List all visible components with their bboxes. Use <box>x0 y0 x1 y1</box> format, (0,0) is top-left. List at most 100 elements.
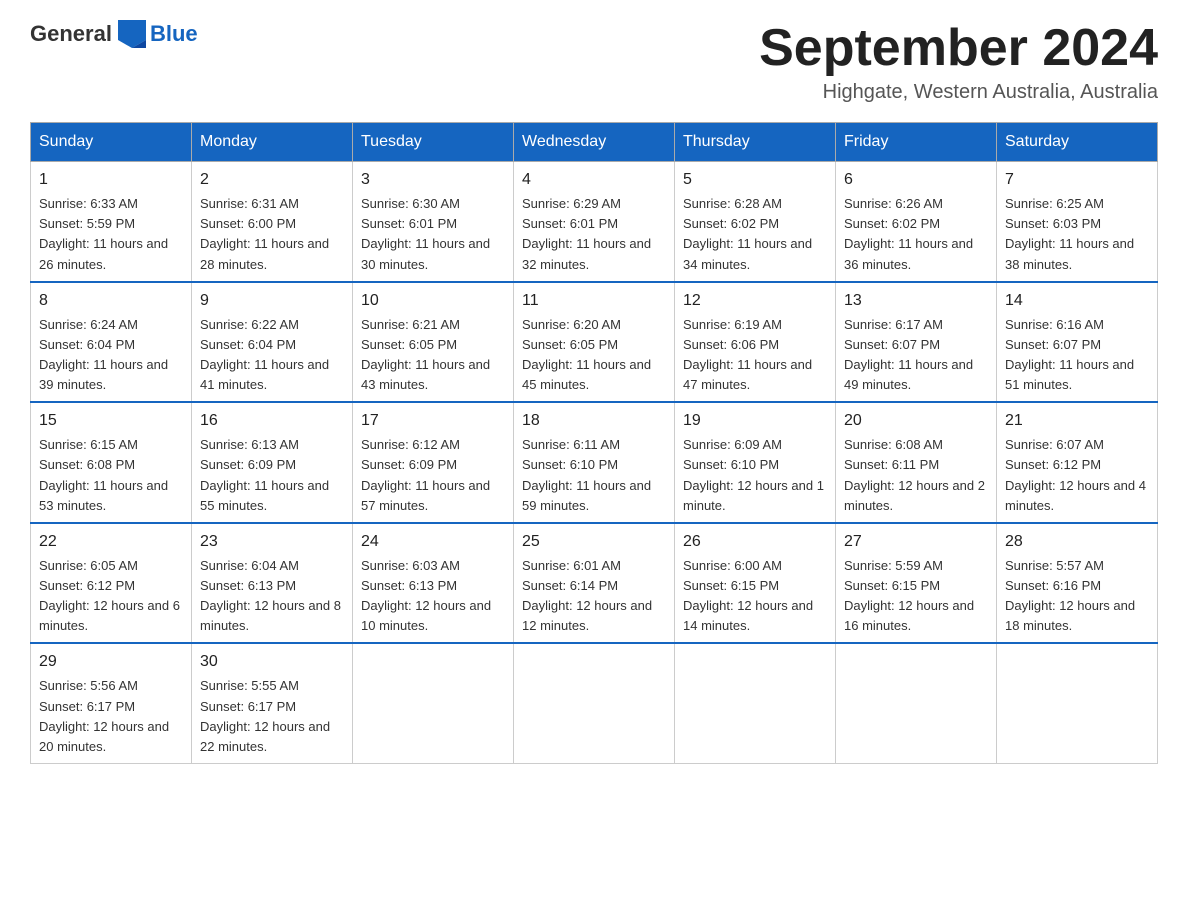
day-info: Sunrise: 6:25 AMSunset: 6:03 PMDaylight:… <box>1005 194 1149 275</box>
calendar-day-cell: 18Sunrise: 6:11 AMSunset: 6:10 PMDayligh… <box>514 402 675 523</box>
day-number: 24 <box>361 530 505 554</box>
calendar-header-wednesday: Wednesday <box>514 123 675 162</box>
day-number: 25 <box>522 530 666 554</box>
calendar-day-cell: 19Sunrise: 6:09 AMSunset: 6:10 PMDayligh… <box>675 402 836 523</box>
day-number: 26 <box>683 530 827 554</box>
calendar-week-row: 15Sunrise: 6:15 AMSunset: 6:08 PMDayligh… <box>31 402 1158 523</box>
day-number: 30 <box>200 650 344 674</box>
day-number: 14 <box>1005 289 1149 313</box>
calendar-week-row: 8Sunrise: 6:24 AMSunset: 6:04 PMDaylight… <box>31 282 1158 403</box>
day-info: Sunrise: 5:56 AMSunset: 6:17 PMDaylight:… <box>39 676 183 757</box>
day-info: Sunrise: 6:07 AMSunset: 6:12 PMDaylight:… <box>1005 435 1149 516</box>
day-number: 29 <box>39 650 183 674</box>
calendar-day-cell: 25Sunrise: 6:01 AMSunset: 6:14 PMDayligh… <box>514 523 675 644</box>
day-info: Sunrise: 6:33 AMSunset: 5:59 PMDaylight:… <box>39 194 183 275</box>
day-number: 1 <box>39 168 183 192</box>
day-info: Sunrise: 5:59 AMSunset: 6:15 PMDaylight:… <box>844 556 988 637</box>
day-info: Sunrise: 6:04 AMSunset: 6:13 PMDaylight:… <box>200 556 344 637</box>
day-number: 10 <box>361 289 505 313</box>
calendar-day-cell: 3Sunrise: 6:30 AMSunset: 6:01 PMDaylight… <box>353 162 514 282</box>
day-info: Sunrise: 5:55 AMSunset: 6:17 PMDaylight:… <box>200 676 344 757</box>
day-number: 8 <box>39 289 183 313</box>
calendar-header-monday: Monday <box>192 123 353 162</box>
logo-icon <box>118 20 146 48</box>
day-info: Sunrise: 6:22 AMSunset: 6:04 PMDaylight:… <box>200 315 344 396</box>
calendar-day-cell: 14Sunrise: 6:16 AMSunset: 6:07 PMDayligh… <box>997 282 1158 403</box>
calendar-day-cell: 17Sunrise: 6:12 AMSunset: 6:09 PMDayligh… <box>353 402 514 523</box>
title-area: September 2024 Highgate, Western Austral… <box>759 20 1158 104</box>
day-info: Sunrise: 6:31 AMSunset: 6:00 PMDaylight:… <box>200 194 344 275</box>
calendar-day-cell: 16Sunrise: 6:13 AMSunset: 6:09 PMDayligh… <box>192 402 353 523</box>
calendar-header-tuesday: Tuesday <box>353 123 514 162</box>
calendar-day-cell: 4Sunrise: 6:29 AMSunset: 6:01 PMDaylight… <box>514 162 675 282</box>
calendar-header-sunday: Sunday <box>31 123 192 162</box>
calendar-day-cell: 1Sunrise: 6:33 AMSunset: 5:59 PMDaylight… <box>31 162 192 282</box>
calendar-day-cell: 15Sunrise: 6:15 AMSunset: 6:08 PMDayligh… <box>31 402 192 523</box>
day-number: 16 <box>200 409 344 433</box>
page-header: General Blue September 2024 Highgate, We… <box>30 20 1158 104</box>
day-number: 15 <box>39 409 183 433</box>
day-number: 7 <box>1005 168 1149 192</box>
day-info: Sunrise: 6:11 AMSunset: 6:10 PMDaylight:… <box>522 435 666 516</box>
calendar-day-cell: 26Sunrise: 6:00 AMSunset: 6:15 PMDayligh… <box>675 523 836 644</box>
day-info: Sunrise: 6:24 AMSunset: 6:04 PMDaylight:… <box>39 315 183 396</box>
calendar-day-cell: 30Sunrise: 5:55 AMSunset: 6:17 PMDayligh… <box>192 643 353 763</box>
day-number: 20 <box>844 409 988 433</box>
calendar-day-cell: 10Sunrise: 6:21 AMSunset: 6:05 PMDayligh… <box>353 282 514 403</box>
calendar-day-cell: 11Sunrise: 6:20 AMSunset: 6:05 PMDayligh… <box>514 282 675 403</box>
calendar-day-cell <box>675 643 836 763</box>
day-info: Sunrise: 6:29 AMSunset: 6:01 PMDaylight:… <box>522 194 666 275</box>
day-number: 2 <box>200 168 344 192</box>
calendar-week-row: 22Sunrise: 6:05 AMSunset: 6:12 PMDayligh… <box>31 523 1158 644</box>
day-number: 4 <box>522 168 666 192</box>
calendar-table: SundayMondayTuesdayWednesdayThursdayFrid… <box>30 122 1158 764</box>
calendar-day-cell: 5Sunrise: 6:28 AMSunset: 6:02 PMDaylight… <box>675 162 836 282</box>
day-info: Sunrise: 6:16 AMSunset: 6:07 PMDaylight:… <box>1005 315 1149 396</box>
day-number: 28 <box>1005 530 1149 554</box>
day-number: 18 <box>522 409 666 433</box>
calendar-day-cell: 28Sunrise: 5:57 AMSunset: 6:16 PMDayligh… <box>997 523 1158 644</box>
day-number: 27 <box>844 530 988 554</box>
calendar-day-cell: 13Sunrise: 6:17 AMSunset: 6:07 PMDayligh… <box>836 282 997 403</box>
day-number: 21 <box>1005 409 1149 433</box>
day-info: Sunrise: 6:13 AMSunset: 6:09 PMDaylight:… <box>200 435 344 516</box>
logo: General Blue <box>30 20 198 48</box>
location-subtitle: Highgate, Western Australia, Australia <box>759 81 1158 104</box>
calendar-day-cell: 7Sunrise: 6:25 AMSunset: 6:03 PMDaylight… <box>997 162 1158 282</box>
day-info: Sunrise: 5:57 AMSunset: 6:16 PMDaylight:… <box>1005 556 1149 637</box>
day-info: Sunrise: 6:08 AMSunset: 6:11 PMDaylight:… <box>844 435 988 516</box>
day-number: 6 <box>844 168 988 192</box>
day-info: Sunrise: 6:01 AMSunset: 6:14 PMDaylight:… <box>522 556 666 637</box>
day-number: 22 <box>39 530 183 554</box>
day-info: Sunrise: 6:20 AMSunset: 6:05 PMDaylight:… <box>522 315 666 396</box>
day-info: Sunrise: 6:00 AMSunset: 6:15 PMDaylight:… <box>683 556 827 637</box>
calendar-header-thursday: Thursday <box>675 123 836 162</box>
calendar-day-cell: 20Sunrise: 6:08 AMSunset: 6:11 PMDayligh… <box>836 402 997 523</box>
calendar-day-cell: 8Sunrise: 6:24 AMSunset: 6:04 PMDaylight… <box>31 282 192 403</box>
day-number: 5 <box>683 168 827 192</box>
calendar-day-cell: 2Sunrise: 6:31 AMSunset: 6:00 PMDaylight… <box>192 162 353 282</box>
day-number: 13 <box>844 289 988 313</box>
day-number: 11 <box>522 289 666 313</box>
day-number: 19 <box>683 409 827 433</box>
day-number: 9 <box>200 289 344 313</box>
day-number: 17 <box>361 409 505 433</box>
day-number: 23 <box>200 530 344 554</box>
calendar-day-cell: 12Sunrise: 6:19 AMSunset: 6:06 PMDayligh… <box>675 282 836 403</box>
calendar-day-cell: 29Sunrise: 5:56 AMSunset: 6:17 PMDayligh… <box>31 643 192 763</box>
day-info: Sunrise: 6:30 AMSunset: 6:01 PMDaylight:… <box>361 194 505 275</box>
calendar-day-cell: 6Sunrise: 6:26 AMSunset: 6:02 PMDaylight… <box>836 162 997 282</box>
logo-text-general: General <box>30 21 112 47</box>
day-info: Sunrise: 6:28 AMSunset: 6:02 PMDaylight:… <box>683 194 827 275</box>
day-info: Sunrise: 6:19 AMSunset: 6:06 PMDaylight:… <box>683 315 827 396</box>
calendar-header-friday: Friday <box>836 123 997 162</box>
calendar-week-row: 1Sunrise: 6:33 AMSunset: 5:59 PMDaylight… <box>31 162 1158 282</box>
month-year-title: September 2024 <box>759 20 1158 77</box>
day-info: Sunrise: 6:17 AMSunset: 6:07 PMDaylight:… <box>844 315 988 396</box>
calendar-day-cell: 9Sunrise: 6:22 AMSunset: 6:04 PMDaylight… <box>192 282 353 403</box>
day-info: Sunrise: 6:03 AMSunset: 6:13 PMDaylight:… <box>361 556 505 637</box>
day-number: 3 <box>361 168 505 192</box>
calendar-day-cell: 23Sunrise: 6:04 AMSunset: 6:13 PMDayligh… <box>192 523 353 644</box>
logo-text-blue: Blue <box>150 21 198 47</box>
calendar-week-row: 29Sunrise: 5:56 AMSunset: 6:17 PMDayligh… <box>31 643 1158 763</box>
